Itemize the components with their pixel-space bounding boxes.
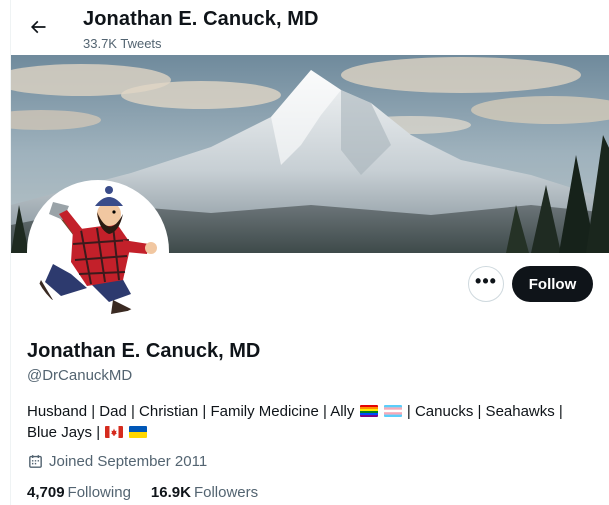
more-options-button[interactable]: •••: [468, 266, 504, 302]
transgender-flag-icon: [383, 405, 402, 417]
follow-button[interactable]: Follow: [512, 266, 593, 302]
followers-link[interactable]: 16.9K Followers: [151, 484, 258, 501]
calendar-icon: [29, 455, 42, 468]
canada-flag-icon: [105, 426, 124, 438]
following-label: Following: [67, 484, 131, 501]
following-count: 4,709: [27, 484, 65, 501]
profile-handle: @DrCanuckMD: [27, 367, 133, 384]
arrow-left-icon: [30, 20, 46, 34]
joined-text: Joined September 2011: [49, 453, 208, 470]
bio-text-3: Blue Jays |: [27, 424, 101, 441]
followers-count: 16.9K: [150, 484, 191, 501]
bio-text-2: | Canucks | Seahawks |: [406, 403, 563, 420]
profile-display-name: Jonathan E. Canuck, MD: [27, 340, 261, 362]
following-link[interactable]: 4,709 Following: [27, 484, 131, 501]
profile-header-bar: Jonathan E. Canuck, MD 33.7K Tweets: [11, 0, 609, 55]
followers-label: Followers: [193, 484, 259, 501]
more-horizontal-icon: •••: [475, 271, 497, 291]
profile-avatar[interactable]: [27, 180, 169, 322]
profile-stats: 4,709 Following 16.9K Followers: [27, 484, 278, 501]
header-title: Jonathan E. Canuck, MD: [83, 8, 319, 30]
tweet-count: 33.7K Tweets: [83, 36, 162, 51]
back-button[interactable]: [23, 12, 53, 42]
bio-text-1: Husband | Dad | Christian | Family Medic…: [27, 403, 355, 420]
profile-joined-date: Joined September 2011: [27, 453, 207, 470]
ukraine-flag-icon: [129, 426, 148, 438]
profile-page: Jonathan E. Canuck, MD 33.7K Tweets ••• …: [10, 0, 609, 505]
rainbow-flag-icon: [359, 405, 378, 417]
profile-bio: Husband | Dad | Christian | Family Medic…: [27, 401, 587, 443]
